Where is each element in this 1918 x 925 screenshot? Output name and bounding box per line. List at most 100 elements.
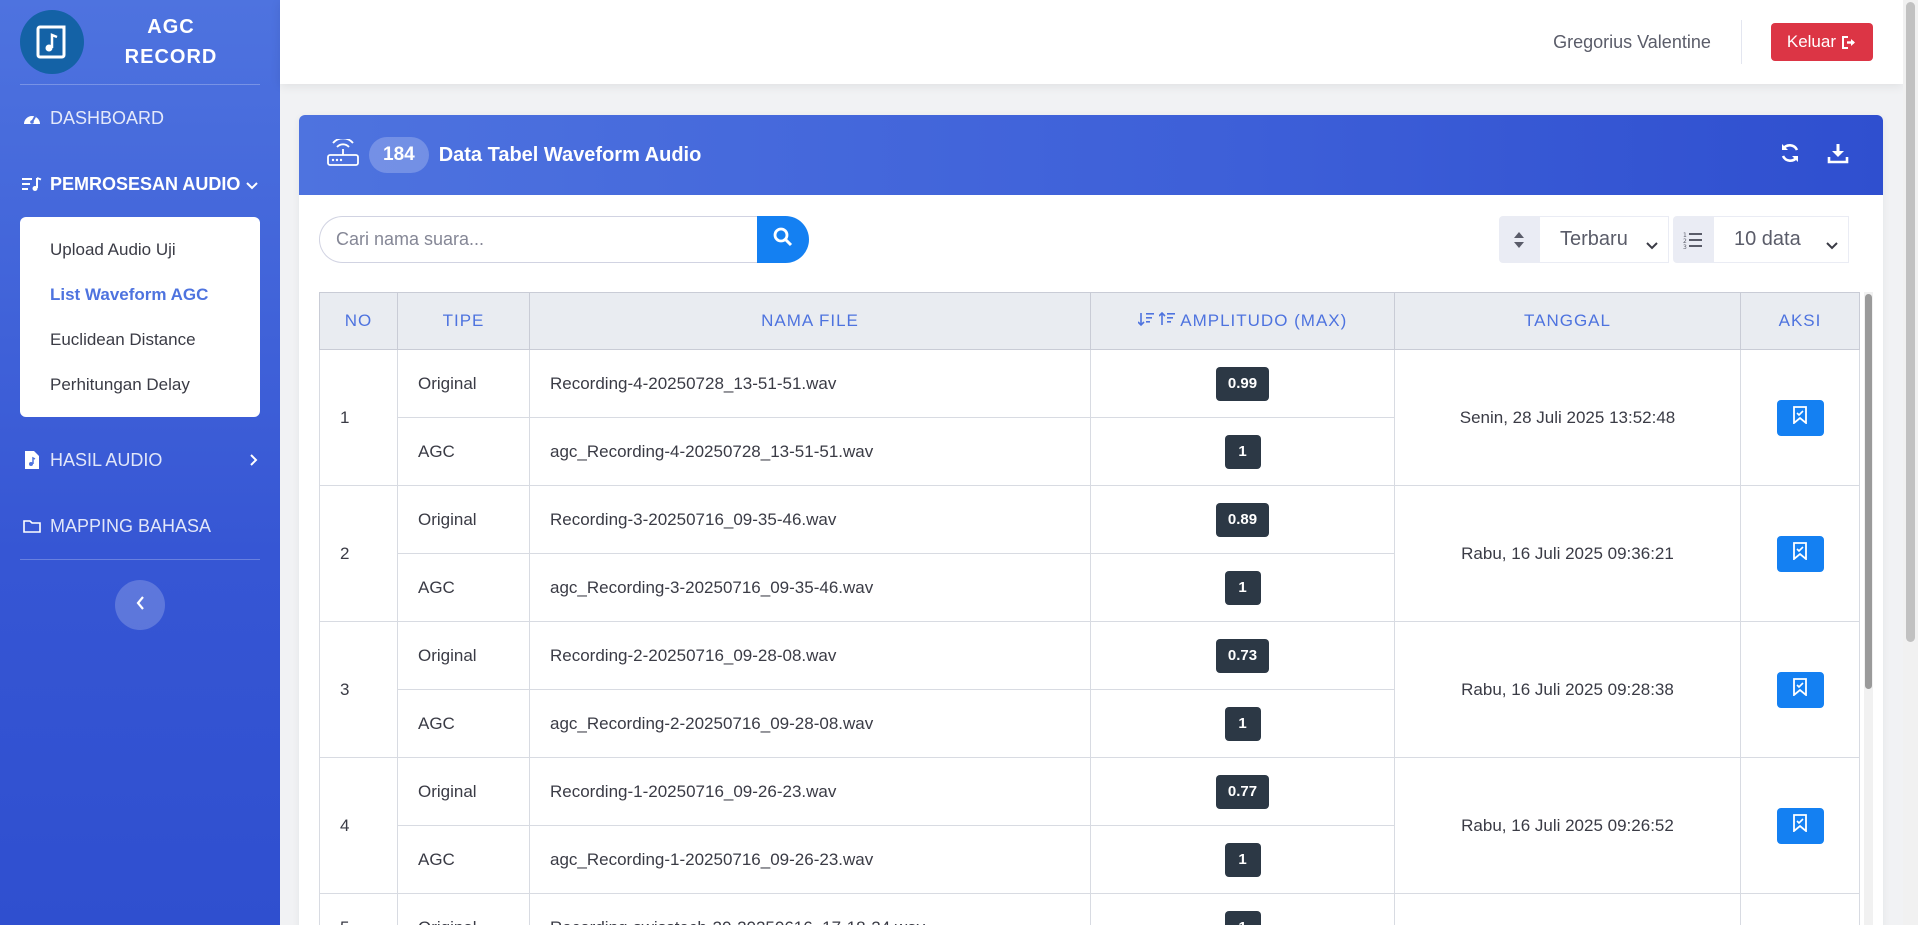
waveform-table-wrapper: NO TIPE NAMA FILE AMPLITUDO (MAX) TANGGA… — [319, 292, 1873, 925]
column-header-tanggal[interactable]: TANGGAL — [1394, 292, 1741, 350]
brand-name: AGC RECORD — [124, 16, 218, 68]
cell-no: 2 — [319, 485, 398, 622]
bookmark-button[interactable] — [1776, 535, 1824, 572]
table-scrollbar[interactable] — [1864, 292, 1873, 925]
cell-date: Rabu, 16 Juli 2025 09:26:52 — [1394, 757, 1741, 894]
search-icon — [773, 227, 793, 252]
cell-file-name: agc_Recording-4-20250728_13-51-51.wav — [529, 417, 1091, 486]
refresh-icon[interactable] — [1779, 142, 1801, 169]
amplitude-badge: 1 — [1224, 706, 1261, 741]
bookmark-icon — [1793, 678, 1807, 701]
cell-tipe: AGC — [397, 825, 530, 894]
cell-date: Rabu, 16 Juli 2025 09:28:38 — [1394, 621, 1741, 758]
table-row: 5 Original Recording-swisstech-20-202506… — [319, 893, 1860, 925]
amplitude-badge: 0.73 — [1215, 638, 1270, 673]
svg-text:3: 3 — [1683, 244, 1687, 249]
cell-tipe: Original — [397, 621, 530, 690]
bookmark-button[interactable] — [1776, 399, 1824, 436]
bookmark-icon — [1793, 542, 1807, 565]
numbered-list-icon: 123 — [1673, 216, 1713, 263]
cell-file-name: agc_Recording-2-20250716_09-28-08.wav — [529, 689, 1091, 758]
cell-file-name: Recording-4-20250728_13-51-51.wav — [529, 349, 1091, 418]
submenu-item-euclidean-distance[interactable]: Euclidean Distance — [20, 317, 260, 362]
table-scrollbar-thumb[interactable] — [1865, 294, 1872, 689]
column-header-no[interactable]: NO — [319, 292, 398, 350]
audio-file-icon — [20, 448, 44, 472]
amplitude-badge: 0.99 — [1215, 366, 1270, 401]
sort-group: Terbaru — [1499, 216, 1669, 263]
cell-no: 4 — [319, 757, 398, 894]
cell-file-name: agc_Recording-3-20250716_09-35-46.wav — [529, 553, 1091, 622]
table-row: 1 Original Recording-4-20250728_13-51-51… — [319, 349, 1860, 486]
cell-tipe: Original — [397, 349, 530, 418]
cell-date: Senin, 28 Juli 2025 13:52:48 — [1394, 349, 1741, 486]
sort-select[interactable]: Terbaru — [1539, 216, 1669, 263]
cell-action — [1740, 757, 1860, 894]
audio-list-icon — [20, 172, 44, 196]
download-icon[interactable] — [1827, 142, 1849, 169]
user-name[interactable]: Gregorius Valentine — [1553, 20, 1742, 64]
search-button[interactable] — [757, 216, 809, 263]
sort-desc-icon[interactable] — [1137, 311, 1160, 330]
table-toolbar: Terbaru 123 10 data — [299, 195, 1883, 293]
column-header-tipe[interactable]: TIPE — [397, 292, 530, 350]
cell-no: 3 — [319, 621, 398, 758]
submenu-item-perhitungan-delay[interactable]: Perhitungan Delay — [20, 362, 260, 407]
cell-tipe: Original — [397, 485, 530, 554]
brand[interactable]: AGC RECORD — [0, 0, 280, 84]
router-icon — [327, 136, 359, 172]
page-scrollbar[interactable] — [1903, 0, 1918, 925]
cell-amplitude: 1 — [1090, 825, 1395, 894]
cell-tipe: Original — [397, 757, 530, 826]
sidebar-item-pemrosesan-audio[interactable]: PEMROSESAN AUDIO — [0, 151, 280, 217]
sidebar-item-mapping-bahasa[interactable]: MAPPING BAHASA — [0, 493, 280, 559]
table-header-row: NO TIPE NAMA FILE AMPLITUDO (MAX) TANGGA… — [319, 292, 1860, 350]
table-row: 4 Original Recording-1-20250716_09-26-23… — [319, 757, 1860, 894]
cell-action — [1740, 349, 1860, 486]
folder-icon — [20, 514, 44, 538]
limit-select[interactable]: 10 data — [1713, 216, 1849, 263]
sidebar-item-hasil-audio[interactable]: HASIL AUDIO — [0, 427, 280, 493]
chevron-down-icon — [1646, 233, 1658, 256]
sidebar-item-dashboard[interactable]: DASHBOARD — [0, 85, 280, 151]
submenu-item-list-waveform-agc[interactable]: List Waveform AGC — [20, 272, 260, 317]
bookmark-icon — [1793, 814, 1807, 837]
cell-no: 5 — [319, 893, 398, 925]
cell-file-name: agc_Recording-1-20250716_09-26-23.wav — [529, 825, 1091, 894]
column-header-aksi: AKSI — [1740, 292, 1860, 350]
submenu-pemrosesan-audio: Upload Audio Uji List Waveform AGC Eucli… — [20, 217, 260, 417]
gauge-icon — [20, 106, 44, 130]
cell-file-name: Recording-1-20250716_09-26-23.wav — [529, 757, 1091, 826]
waveform-table: NO TIPE NAMA FILE AMPLITUDO (MAX) TANGGA… — [319, 292, 1860, 925]
cell-date — [1394, 893, 1741, 925]
bookmark-button[interactable] — [1776, 807, 1824, 844]
sidebar-item-label: PEMROSESAN AUDIO — [50, 173, 241, 194]
amplitude-badge: 1 — [1224, 910, 1261, 925]
cell-date: Rabu, 16 Juli 2025 09:36:21 — [1394, 485, 1741, 622]
chevron-down-icon — [246, 174, 258, 195]
table-row: 3 Original Recording-2-20250716_09-28-08… — [319, 621, 1860, 758]
search-input[interactable] — [319, 216, 757, 263]
page-scrollbar-thumb[interactable] — [1906, 2, 1915, 642]
logout-button[interactable]: Keluar — [1770, 23, 1873, 61]
column-header-amplitudo-label: AMPLITUDO (MAX) — [1180, 311, 1348, 330]
sidebar: AGC RECORD DASHBOARD PEMROSESAN AUDIO Up… — [0, 0, 280, 925]
column-header-nama-file[interactable]: NAMA FILE — [529, 292, 1091, 350]
column-header-amplitudo[interactable]: AMPLITUDO (MAX) — [1090, 292, 1395, 350]
submenu-item-upload-audio-uji[interactable]: Upload Audio Uji — [20, 227, 260, 272]
bookmark-icon — [1793, 406, 1807, 429]
cell-amplitude: 0.99 — [1090, 349, 1395, 418]
topbar: Gregorius Valentine Keluar — [280, 0, 1903, 84]
cell-amplitude: 1 — [1090, 417, 1395, 486]
sort-asc-icon[interactable] — [1158, 311, 1180, 330]
cell-tipe: AGC — [397, 689, 530, 758]
search-group — [319, 216, 809, 263]
cell-amplitude: 1 — [1090, 689, 1395, 758]
cell-file-name: Recording-2-20250716_09-28-08.wav — [529, 621, 1091, 690]
cell-no: 1 — [319, 349, 398, 486]
sign-out-icon — [1842, 35, 1857, 49]
sidebar-toggle-button[interactable] — [115, 580, 165, 630]
amplitude-badge: 0.89 — [1215, 502, 1270, 537]
cell-action — [1740, 893, 1860, 925]
bookmark-button[interactable] — [1776, 671, 1824, 708]
